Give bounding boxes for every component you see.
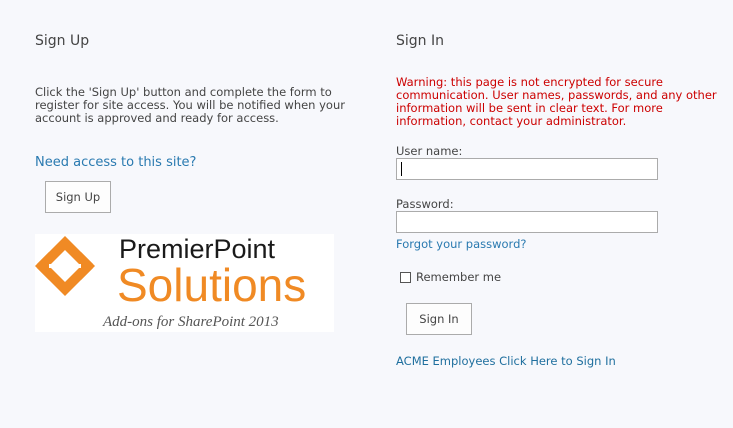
signin-title: Sign In bbox=[396, 33, 444, 49]
text-caret bbox=[401, 162, 402, 176]
security-warning: Warning: this page is not encrypted for … bbox=[396, 75, 717, 128]
logo-brand-main: Solutions bbox=[117, 259, 306, 311]
username-label: User name: bbox=[396, 144, 463, 158]
password-label: Password: bbox=[396, 197, 454, 211]
login-page: Sign Up Click the 'Sign Up' button and c… bbox=[0, 0, 733, 428]
remember-me-label[interactable]: Remember me bbox=[416, 270, 501, 284]
acme-employees-signin-link[interactable]: ACME Employees Click Here to Sign In bbox=[396, 354, 616, 368]
signup-description: Click the 'Sign Up' button and complete … bbox=[35, 85, 345, 125]
remember-me-row: Remember me bbox=[400, 270, 501, 284]
remember-me-checkbox[interactable] bbox=[400, 271, 411, 283]
password-input[interactable] bbox=[396, 211, 658, 233]
signup-button[interactable]: Sign Up bbox=[45, 181, 111, 213]
logo-mark-icon bbox=[35, 236, 95, 296]
premierpoint-logo: PremierPoint Solutions Add-ons for Share… bbox=[35, 234, 334, 332]
need-access-link[interactable]: Need access to this site? bbox=[35, 155, 196, 170]
forgot-password-link[interactable]: Forgot your password? bbox=[396, 237, 526, 251]
signup-title: Sign Up bbox=[35, 33, 90, 49]
username-input[interactable] bbox=[396, 158, 658, 180]
signin-button[interactable]: Sign In bbox=[406, 303, 472, 335]
logo-tagline: Add-ons for SharePoint 2013 bbox=[102, 314, 279, 330]
